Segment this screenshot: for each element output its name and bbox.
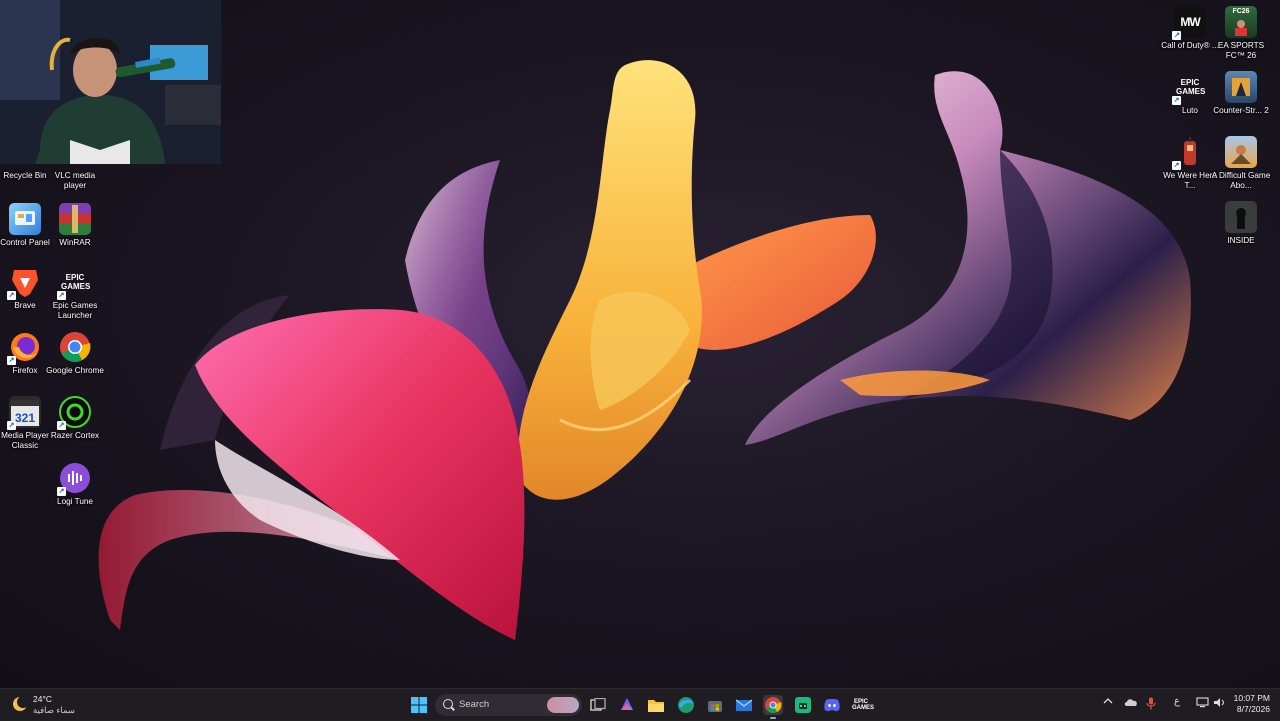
network-icon[interactable]	[1196, 697, 1209, 711]
moon-icon	[12, 696, 29, 717]
we-were-here-icon: ↗	[1172, 136, 1206, 170]
weather-condition: سماء صافية	[33, 705, 75, 715]
android-icon	[795, 697, 811, 713]
ea-sports-fc-logo-text: FC26	[1232, 8, 1250, 15]
control-panel-icon	[9, 203, 41, 235]
razer-cortex-icon: ↗	[57, 396, 91, 430]
edge-icon	[678, 697, 694, 713]
onedrive-icon[interactable]	[1124, 697, 1138, 710]
epic-games-icon: EPIC GAMES	[852, 699, 875, 711]
desktop-icon-logi-tune[interactable]: ↗ Logi Tune	[45, 462, 105, 507]
m365-icon	[621, 698, 633, 710]
taskbar-edge[interactable]	[676, 695, 696, 715]
svg-text:321: 321	[15, 411, 35, 425]
clock[interactable]: 10:07 PM 8/7/2026	[1226, 693, 1270, 715]
desktop-icon-vlc[interactable]: VLC media player	[45, 136, 105, 191]
discord-icon	[824, 698, 840, 712]
search-icon	[443, 699, 453, 709]
inside-icon	[1225, 201, 1257, 233]
ea-sports-fc-icon: FC26	[1225, 6, 1257, 38]
weather-temperature: 24°C	[33, 694, 52, 704]
shortcut-arrow-icon: ↗	[7, 291, 16, 300]
desktop[interactable]: Recycle Bin VLC media player Control Pan…	[0, 0, 1280, 688]
winrar-icon	[59, 203, 91, 235]
search-highlight-image	[547, 697, 579, 713]
luto-icon: EPIC GAMES ↗	[1172, 71, 1206, 105]
taskbar-m365[interactable]	[617, 695, 637, 715]
desktop-icon-label: Razer Cortex	[50, 431, 100, 440]
call-of-duty-icon: MW ↗	[1172, 6, 1206, 40]
shortcut-arrow-icon: ↗	[1172, 96, 1181, 105]
weather-widget[interactable]: 24°C سماء صافية	[10, 693, 90, 717]
chrome-icon	[765, 697, 782, 714]
brave-icon: ↗	[7, 266, 41, 300]
desktop-icon-label: A Difficult Game Abo...	[1211, 171, 1271, 190]
shortcut-arrow-icon: ↗	[1172, 161, 1181, 170]
difficult-game-icon	[1225, 136, 1257, 168]
desktop-icon-ea-sports-fc[interactable]: FC26 EA SPORTS FC™ 26	[1211, 6, 1271, 61]
taskbar-file-explorer[interactable]	[646, 695, 666, 715]
desktop-icon-label: Epic Games Launcher	[52, 301, 98, 320]
start-button[interactable]	[409, 695, 429, 715]
taskbar-chrome[interactable]	[763, 695, 783, 719]
taskbar: 24°C سماء صافية Search EPIC GAMES ع 10:0…	[0, 688, 1280, 721]
taskbar-task-view[interactable]	[588, 695, 608, 715]
windows-icon	[411, 697, 427, 713]
store-icon	[708, 701, 722, 712]
desktop-icon-inside[interactable]: INSIDE	[1211, 201, 1271, 246]
input-language[interactable]: ع	[1174, 696, 1180, 707]
epic-games-logo-text: EPIC GAMES	[61, 273, 91, 291]
desktop-icon-winrar[interactable]: WinRAR	[45, 203, 105, 248]
firefox-icon: ↗	[7, 331, 41, 365]
desktop-icon-counter-strike[interactable]: Counter-Str... 2	[1211, 71, 1271, 116]
microphone-icon[interactable]	[1146, 697, 1156, 713]
task-view-icon	[590, 698, 606, 711]
logi-tune-icon: ↗	[57, 462, 91, 496]
desktop-icon-label: VLC media player	[54, 171, 96, 190]
shortcut-arrow-icon: ↗	[57, 421, 66, 430]
media-player-classic-icon: 321 ↗	[7, 396, 41, 430]
desktop-icon-label: Google Chrome	[46, 366, 104, 375]
shortcut-arrow-icon: ↗	[7, 356, 16, 365]
shortcut-arrow-icon: ↗	[57, 487, 66, 496]
taskbar-mail[interactable]	[734, 695, 754, 715]
taskbar-epic-games[interactable]: EPIC GAMES	[851, 695, 875, 715]
desktop-icon-razer-cortex[interactable]: ↗ Razer Cortex	[45, 396, 105, 441]
clock-time: 10:07 PM	[1233, 693, 1270, 703]
taskbar-android-app[interactable]	[793, 695, 813, 715]
mail-icon	[735, 699, 753, 711]
shortcut-arrow-icon: ↗	[7, 421, 16, 430]
shortcut-arrow-icon: ↗	[57, 291, 66, 300]
taskbar-discord[interactable]	[822, 695, 842, 715]
folder-icon	[648, 700, 664, 712]
desktop-icon-difficult-game[interactable]: A Difficult Game Abo...	[1211, 136, 1271, 191]
desktop-icon-label: WinRAR	[59, 238, 91, 247]
desktop-icon-label: INSIDE	[1227, 236, 1255, 245]
epic-games-icon: EPIC GAMES ↗	[57, 266, 91, 300]
counter-strike-icon	[1225, 71, 1257, 103]
chevron-up-icon[interactable]	[1103, 697, 1113, 708]
chrome-icon	[59, 331, 91, 363]
desktop-icon-label: EA SPORTS FC™ 26	[1217, 41, 1265, 60]
luto-logo-text: EPIC GAMES	[1176, 78, 1206, 96]
shortcut-arrow-icon: ↗	[1172, 31, 1181, 40]
desktop-icon-epic-games[interactable]: EPIC GAMES ↗ Epic Games Launcher	[45, 266, 105, 321]
search-box[interactable]: Search	[435, 694, 582, 716]
desktop-icon-label: Logi Tune	[57, 497, 93, 506]
clock-date: 8/7/2026	[1236, 704, 1270, 714]
volume-icon[interactable]	[1213, 697, 1226, 711]
active-indicator	[770, 717, 776, 719]
call-of-duty-logo-text: MW	[1180, 15, 1200, 29]
desktop-icon-chrome[interactable]: Google Chrome	[45, 331, 105, 376]
desktop-icon-label: Counter-Str... 2	[1213, 106, 1269, 115]
search-placeholder: Search	[459, 699, 490, 710]
taskbar-store[interactable]	[705, 695, 725, 715]
